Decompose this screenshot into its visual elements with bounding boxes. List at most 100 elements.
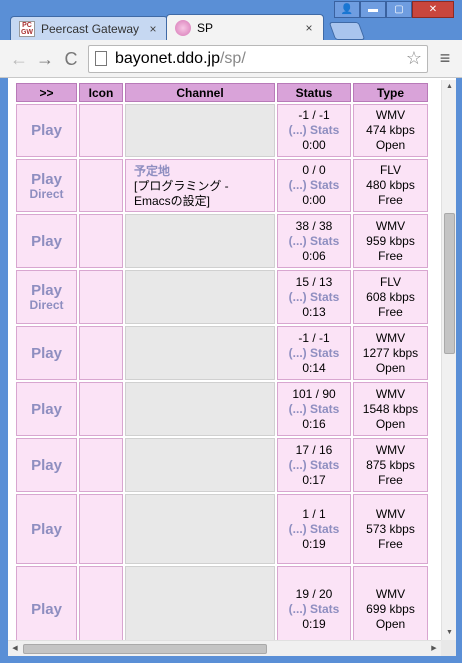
stats-link[interactable]: Stats — [310, 346, 339, 360]
uptime: 0:19 — [302, 536, 326, 551]
table-row: Play -1 / -1 (...) Stats 0:00 WMV 474 kbps Ope… — [16, 104, 428, 157]
table-row: Play 17 / 16 (...) Stats 0:17 WMV 875 kbps Fre… — [16, 438, 428, 492]
channel-cell: 予定地 [プログラミング - Emacsの設定] — [125, 159, 275, 212]
horizontal-scrollbar[interactable]: ◀ ▶ — [8, 640, 441, 656]
sp-icon — [175, 19, 191, 36]
channel-cell — [125, 270, 275, 324]
stats-link[interactable]: Stats — [310, 290, 339, 304]
status-cell: 19 / 20 (...) Stats 0:19 — [277, 566, 351, 640]
table-row: Play Direct 15 / 13 (...) Stats 0:13 FLV 608 k… — [16, 270, 428, 324]
channel-name-link[interactable]: 予定地 — [134, 164, 170, 178]
uptime: 0:00 — [302, 138, 326, 152]
stream-format: FLV — [379, 274, 402, 289]
close-tab-icon[interactable]: × — [303, 21, 315, 35]
column-header-channel: Channel — [125, 83, 275, 102]
more-link[interactable]: (...) — [289, 402, 307, 416]
forward-button[interactable]: → — [32, 46, 58, 72]
bitrate: 875 kbps — [366, 457, 415, 472]
stats-link[interactable]: Stats — [310, 458, 339, 472]
channel-cell — [125, 566, 275, 640]
type-cell: WMV 1548 kbps Open — [353, 382, 428, 436]
stats-link[interactable]: Stats — [310, 178, 339, 192]
menu-icon[interactable]: ≡ — [434, 48, 456, 69]
tab-sp[interactable]: SP × — [166, 14, 324, 40]
play-cell: Play — [16, 214, 77, 268]
uptime: 0:19 — [302, 616, 326, 631]
scroll-right-arrow[interactable]: ▶ — [427, 641, 441, 657]
address-bar[interactable]: bayonet.ddo.jp/sp/ ☆ — [88, 44, 428, 73]
scroll-up-arrow[interactable]: ▲ — [442, 80, 457, 94]
bitrate: 480 kbps — [366, 178, 415, 192]
access-type: Free — [378, 193, 403, 207]
stats-link[interactable]: Stats — [310, 602, 339, 616]
listener-count: 17 / 16 — [295, 442, 333, 457]
more-link[interactable]: (...) — [289, 346, 307, 360]
listener-count: 101 / 90 — [292, 386, 336, 401]
listener-count: 38 / 38 — [295, 218, 333, 233]
play-link[interactable]: Play — [17, 282, 76, 299]
play-cell: Play — [16, 494, 77, 564]
more-link[interactable]: (...) — [289, 234, 307, 248]
column-header-play[interactable]: >> — [16, 83, 77, 102]
play-cell: Play Direct — [16, 270, 77, 324]
play-link[interactable]: Play — [17, 401, 76, 418]
horizontal-scroll-thumb[interactable] — [23, 644, 267, 654]
more-link[interactable]: (...) — [289, 602, 307, 616]
bitrate: 699 kbps — [366, 601, 415, 616]
reload-button[interactable]: C — [58, 46, 84, 72]
vertical-scroll-thumb[interactable] — [444, 213, 455, 354]
bookmark-star-icon[interactable]: ☆ — [401, 48, 427, 69]
more-link[interactable]: (...) — [289, 458, 307, 472]
stats-link[interactable]: Stats — [310, 123, 339, 137]
tab-peercast-gateway[interactable]: PC GW Peercast Gateway × — [10, 16, 168, 40]
stats-link[interactable]: Stats — [310, 234, 339, 248]
url-host: bayonet.ddo.jp — [115, 49, 220, 67]
status-cell: 15 / 13 (...) Stats 0:13 — [277, 270, 351, 324]
minimize-button[interactable]: ▬ — [360, 1, 386, 18]
new-tab-button[interactable] — [328, 22, 366, 40]
stats-link[interactable]: Stats — [310, 402, 339, 416]
maximize-button[interactable]: ▢ — [386, 1, 412, 18]
vertical-scrollbar[interactable]: ▲ ▼ — [441, 80, 456, 640]
icon-cell — [79, 438, 123, 492]
play-link[interactable]: Play — [17, 521, 76, 538]
stats-link[interactable]: Stats — [310, 522, 339, 536]
scroll-left-arrow[interactable]: ◀ — [8, 641, 22, 657]
close-window-button[interactable]: ✕ — [412, 1, 454, 18]
type-cell: WMV 699 kbps Open — [353, 566, 428, 640]
bitrate: 959 kbps — [366, 233, 415, 248]
type-cell: FLV 608 kbps Free — [353, 270, 428, 324]
play-link[interactable]: Play — [17, 122, 76, 139]
type-cell: WMV 1277 kbps Open — [353, 326, 428, 380]
direct-link[interactable]: Direct — [17, 298, 76, 312]
icon-cell — [79, 214, 123, 268]
window-frame — [0, 78, 8, 663]
close-tab-icon[interactable]: × — [147, 22, 159, 36]
more-link[interactable]: (...) — [289, 290, 307, 304]
table-header-row: >> Icon Channel Status Type — [16, 83, 428, 102]
play-link[interactable]: Play — [17, 457, 76, 474]
play-link[interactable]: Play — [17, 345, 76, 362]
channel-description: [プログラミング - Emacsの設定] — [134, 179, 229, 208]
play-cell: Play — [16, 438, 77, 492]
icon-cell — [79, 382, 123, 436]
table-row: Play 19 / 20 (...) Stats 0:19 WMV 699 kbps Ope… — [16, 566, 428, 640]
more-link[interactable]: (...) — [289, 123, 307, 137]
uptime: 0:00 — [302, 193, 326, 207]
scroll-down-arrow[interactable]: ▼ — [442, 626, 457, 640]
channel-cell — [125, 326, 275, 380]
table-row: Play 1 / 1 (...) Stats 0:19 WMV 573 kbps Free — [16, 494, 428, 564]
back-button[interactable]: ← — [6, 46, 32, 72]
window-frame — [456, 78, 462, 663]
type-cell: WMV 875 kbps Free — [353, 438, 428, 492]
more-link[interactable]: (...) — [289, 522, 307, 536]
listener-count: 0 / 0 — [302, 163, 326, 177]
play-link[interactable]: Play — [17, 171, 76, 188]
play-link[interactable]: Play — [17, 601, 76, 618]
access-type: Open — [375, 616, 406, 631]
stream-format: WMV — [375, 586, 406, 601]
listener-count: 15 / 13 — [295, 274, 333, 289]
direct-link[interactable]: Direct — [17, 187, 76, 201]
play-link[interactable]: Play — [17, 233, 76, 250]
more-link[interactable]: (...) — [289, 178, 307, 192]
